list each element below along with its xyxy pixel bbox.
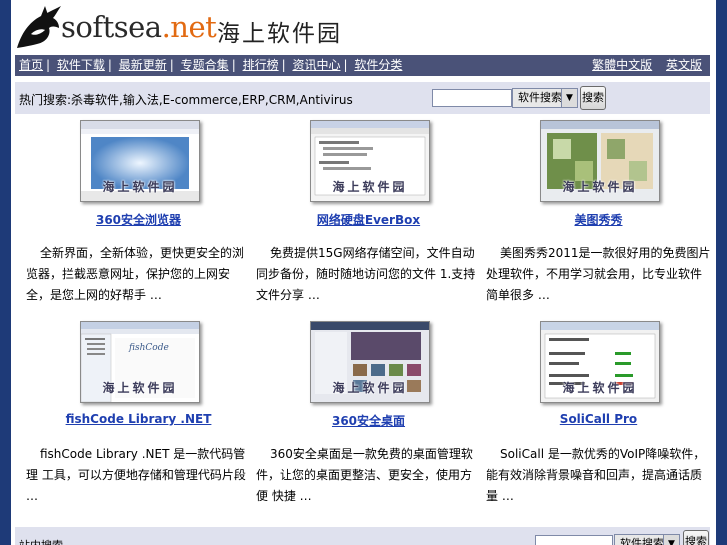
hot-search-label: 热门搜索: xyxy=(19,93,72,107)
thumbnail-watermark: 海上软件园 xyxy=(562,381,638,395)
software-thumbnail[interactable]: 海上软件园 xyxy=(540,321,660,403)
software-description: 免费提供15G网络存储空间，文件自动同步备份，随时随地访问您的文件 1.支持文件… xyxy=(256,246,476,302)
nav-item-categories[interactable]: 软件分类 xyxy=(354,58,402,72)
nav-right: 繁體中文版 英文版 xyxy=(582,55,702,76)
footer-search-type-select[interactable]: 软件搜索 ▼ xyxy=(614,534,680,545)
nav-item-english[interactable]: 英文版 xyxy=(666,58,702,72)
svg-text:fishCode: fishCode xyxy=(128,343,169,353)
nav-item-home[interactable]: 首页 xyxy=(19,58,43,72)
thumbnail-watermark: 海上软件园 xyxy=(102,381,178,395)
software-title[interactable]: 360安全桌面 xyxy=(256,412,481,429)
software-thumbnail[interactable]: 海上软件园 xyxy=(540,120,660,202)
search-button[interactable]: 搜索 xyxy=(580,86,606,110)
search-input[interactable] xyxy=(432,89,512,107)
nav-item-ranking[interactable]: 排行榜 xyxy=(243,58,279,72)
footer-search-type-value: 软件搜索 xyxy=(620,537,664,545)
software-title[interactable]: 网络硬盘EverBox xyxy=(256,211,481,228)
software-thumbnail[interactable]: 海上软件园 xyxy=(310,120,430,202)
software-thumbnail[interactable]: fishCode 海上软件园 xyxy=(80,321,200,403)
software-description: 美图秀秀2011是一款很好用的免费图片处理软件，不用学习就会用，比专业软件简单很… xyxy=(486,246,711,302)
nav-left: 首页 | 软件下载 | 最新更新 | 专题合集 | 排行榜 | 资讯中心 | 软件分类 xyxy=(19,58,403,72)
thumbnail-watermark: 海上软件园 xyxy=(332,180,408,194)
page: softsea.net 海上软件园 首页 | 软件下载 | 最新更新 | 专题合集 | … xyxy=(11,0,716,545)
thumbnail-watermark: 海上软件园 xyxy=(332,381,408,395)
nav-item-downloads[interactable]: 软件下载 xyxy=(57,58,105,72)
search-type-select[interactable]: 软件搜索 ▼ xyxy=(512,88,578,108)
software-title[interactable]: 360安全浏览器 xyxy=(26,211,251,228)
nav-item-traditional[interactable]: 繁體中文版 xyxy=(592,58,652,72)
footer-label: 站内搜索 xyxy=(19,537,63,545)
search-type-value: 软件搜索 xyxy=(518,91,562,104)
thumbnail-watermark: 海上软件园 xyxy=(102,180,178,194)
software-description: 360安全桌面是一款免费的桌面管理软件，让您的桌面更整洁、更安全，使用方便 快捷… xyxy=(256,447,473,503)
footer-search-button[interactable]: 搜索 xyxy=(683,530,709,545)
site-name-tld: .net xyxy=(161,10,217,44)
search-bar: 热门搜索:杀毒软件,输入法,E-commerce,ERP,CRM,Antivir… xyxy=(15,82,710,114)
header: softsea.net 海上软件园 xyxy=(11,0,716,54)
software-description: SoliCall 是一款优秀的VoIP降噪软件，能有效消除背景噪音和回声，提高通… xyxy=(486,447,706,503)
software-title[interactable]: SoliCall Pro xyxy=(486,412,711,426)
nav-bar: 首页 | 软件下载 | 最新更新 | 专题合集 | 排行榜 | 资讯中心 | 软件分类 繁體… xyxy=(15,55,710,76)
site-name-main: softsea xyxy=(61,10,162,44)
nav-item-news[interactable]: 资讯中心 xyxy=(292,58,340,72)
software-title[interactable]: fishCode Library .NET xyxy=(26,412,251,426)
nav-item-topics[interactable]: 专题合集 xyxy=(181,58,229,72)
software-thumbnail[interactable]: 海上软件园 xyxy=(310,321,430,403)
site-name[interactable]: softsea.net xyxy=(61,10,217,44)
chevron-down-icon: ▼ xyxy=(561,89,577,107)
orca-logo-icon xyxy=(17,6,61,48)
hot-search-terms[interactable]: 杀毒软件,输入法,E-commerce,ERP,CRM,Antivirus xyxy=(71,93,353,107)
software-description: fishCode Library .NET 是一款代码管理 工具，可以方便地存储… xyxy=(26,447,246,503)
nav-item-latest[interactable]: 最新更新 xyxy=(119,58,167,72)
chevron-down-icon: ▼ xyxy=(663,535,679,545)
footer-search-bar: 站内搜索 软件搜索▼ 搜索 xyxy=(15,527,710,545)
thumbnail-watermark: 海上软件园 xyxy=(562,180,638,194)
software-description: 全新界面，全新体验，更快更安全的浏览器，拦截恶意网址，保护您的上网安全，是您上网… xyxy=(26,246,245,302)
software-thumbnail[interactable]: 海上软件园 xyxy=(80,120,200,202)
hot-search: 热门搜索:杀毒软件,输入法,E-commerce,ERP,CRM,Antivir… xyxy=(19,91,353,108)
software-title[interactable]: 美图秀秀 xyxy=(486,211,711,228)
footer-search-input[interactable] xyxy=(535,535,613,545)
site-name-chinese: 海上软件园 xyxy=(217,21,342,47)
